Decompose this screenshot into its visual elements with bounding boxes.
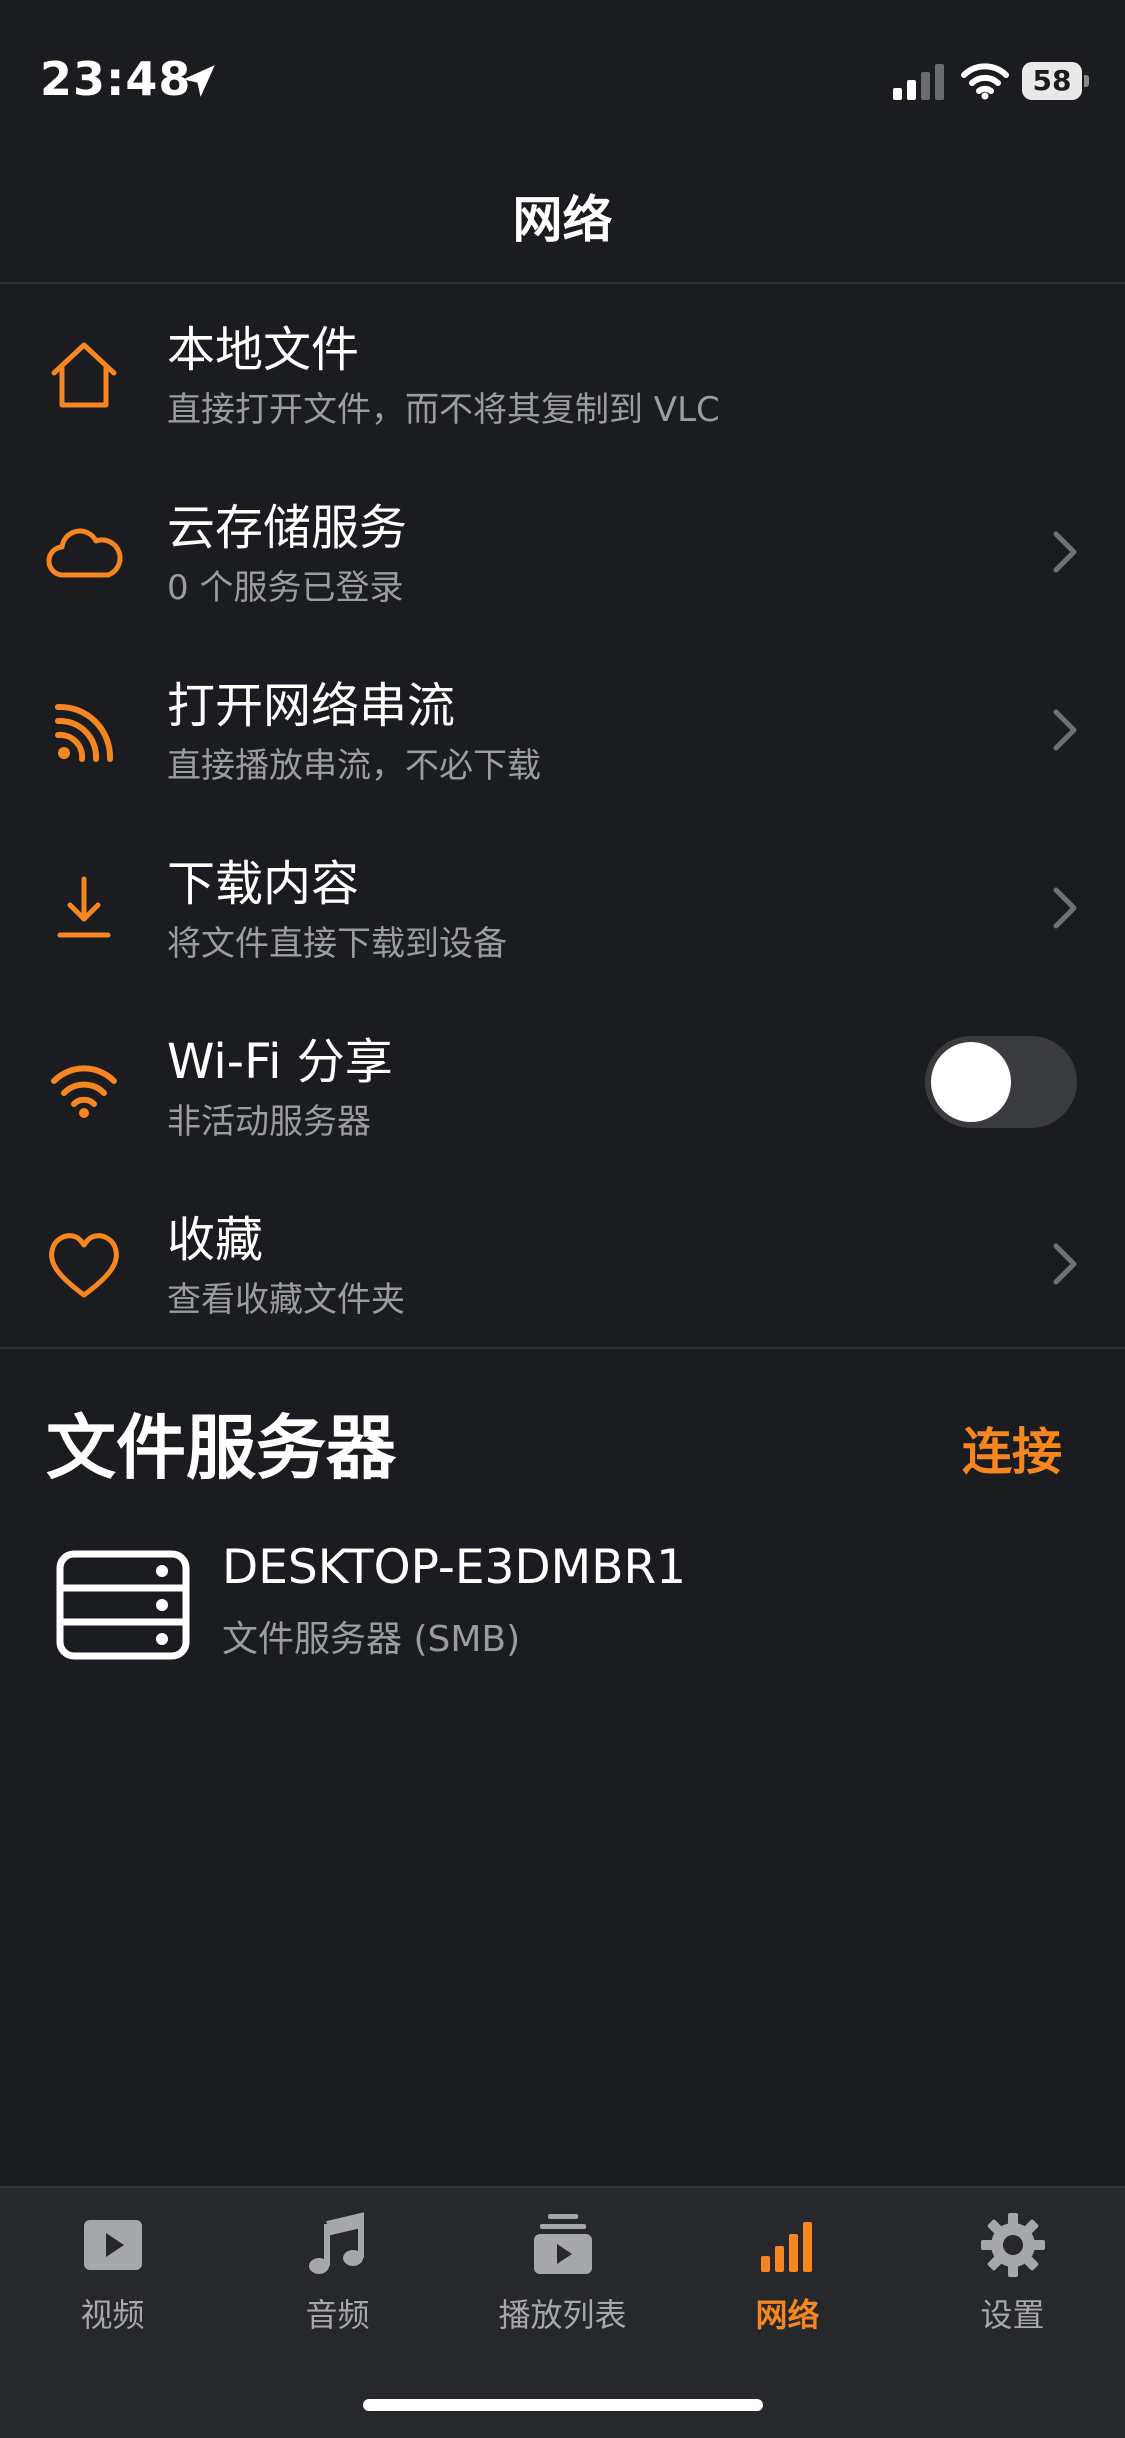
tab-video[interactable]: 视频 (0, 2210, 225, 2340)
row-subtitle: 查看收藏文件夹 (167, 1280, 405, 1320)
cloud-icon (46, 528, 123, 578)
row-subtitle: 直接播放串流，不必下载 (167, 746, 541, 786)
chevron-right-icon (1053, 709, 1077, 751)
tab-network[interactable]: 网络 (675, 2210, 900, 2340)
divider (0, 282, 1125, 284)
server-icon (56, 1550, 190, 1660)
row-subtitle: 0 个服务已登录 (167, 568, 404, 608)
network-icon (760, 2222, 812, 2272)
row-favorites[interactable]: 收藏 查看收藏文件夹 (0, 1180, 1125, 1358)
tab-label: 视频 (80, 2296, 145, 2334)
server-name: DESKTOP-E3DMBR1 (222, 1540, 687, 1595)
house-icon (51, 342, 117, 408)
row-wifi-sharing: Wi-Fi 分享 非活动服务器 (0, 1002, 1125, 1180)
row-title: Wi-Fi 分享 (167, 1034, 393, 1090)
tab-label: 播放列表 (498, 2296, 627, 2334)
gear-icon (980, 2213, 1045, 2277)
row-downloads[interactable]: 下载内容 将文件直接下载到设备 (0, 824, 1125, 1002)
connect-button[interactable]: 连接 (962, 1412, 1062, 1484)
wifi-share-icon (51, 1065, 117, 1118)
toggle-knob (931, 1042, 1011, 1122)
section-title: 文件服务器 (46, 1407, 396, 1489)
row-subtitle: 直接打开文件，而不将其复制到 VLC (167, 390, 720, 430)
location-arrow-icon (183, 65, 215, 97)
playlist-icon (533, 2214, 592, 2274)
page-title: 网络 (512, 191, 613, 249)
cellular-signal-icon (893, 64, 944, 100)
home-indicator (363, 2399, 763, 2411)
battery-icon: 58 (1022, 62, 1090, 102)
heart-icon (49, 1233, 119, 1298)
battery-level: 58 (1022, 62, 1082, 100)
row-subtitle: 将文件直接下载到设备 (167, 924, 507, 964)
row-subtitle: 非活动服务器 (167, 1102, 371, 1142)
tab-settings[interactable]: 设置 (900, 2210, 1125, 2340)
tab-label: 音频 (305, 2296, 370, 2334)
row-network-stream[interactable]: 打开网络串流 直接播放串流，不必下载 (0, 646, 1125, 824)
status-time: 23:48 (40, 52, 192, 106)
wifi-share-toggle[interactable] (925, 1036, 1077, 1128)
row-title: 下载内容 (167, 856, 360, 912)
divider (0, 1347, 1125, 1349)
chevron-right-icon (1053, 1243, 1077, 1285)
video-icon (83, 2220, 142, 2270)
download-icon (57, 876, 111, 938)
row-title: 打开网络串流 (167, 678, 456, 734)
rss-icon (55, 703, 114, 762)
server-type: 文件服务器 (SMB) (222, 1619, 521, 1660)
chevron-right-icon (1053, 887, 1077, 929)
tab-label: 设置 (980, 2296, 1045, 2334)
row-title: 收藏 (167, 1212, 264, 1268)
row-title: 云存储服务 (167, 500, 408, 556)
tab-label: 网络 (755, 2296, 820, 2334)
row-title: 本地文件 (167, 322, 360, 378)
wifi-status-icon (961, 63, 1009, 100)
music-icon (308, 2212, 364, 2274)
row-local-files[interactable]: 本地文件 直接打开文件，而不将其复制到 VLC (0, 290, 1125, 468)
chevron-right-icon (1053, 531, 1077, 573)
tab-playlist[interactable]: 播放列表 (450, 2210, 675, 2340)
row-cloud-services[interactable]: 云存储服务 0 个服务已登录 (0, 468, 1125, 646)
tab-audio[interactable]: 音频 (225, 2210, 450, 2340)
